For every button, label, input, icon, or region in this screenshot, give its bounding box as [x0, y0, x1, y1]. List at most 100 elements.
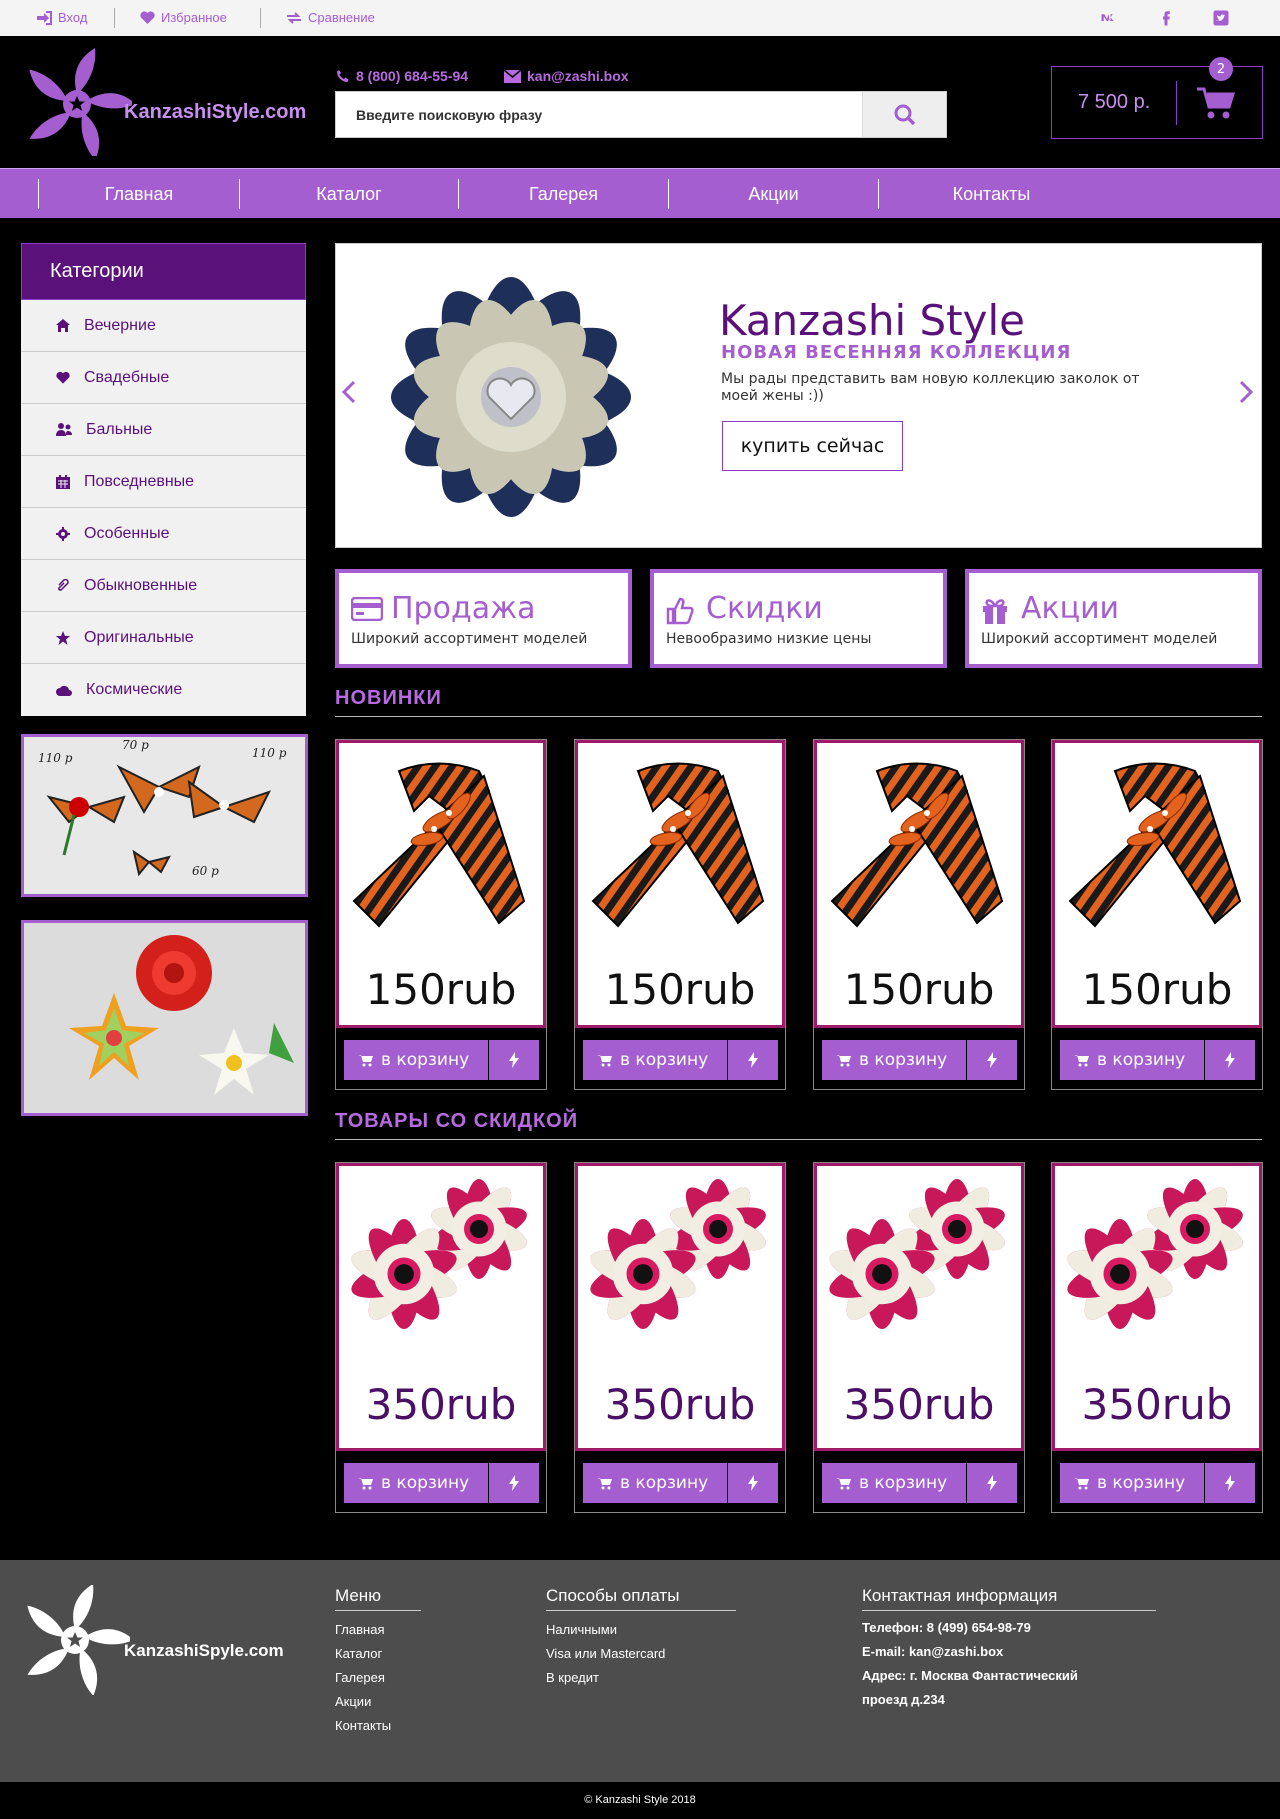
- promo-title: Акции: [1021, 591, 1120, 626]
- product-image[interactable]: 150rub: [575, 740, 785, 1028]
- product-card[interactable]: 150rub в корзину: [813, 739, 1025, 1090]
- quick-buy-button[interactable]: [1205, 1040, 1255, 1080]
- product-image[interactable]: 150rub: [336, 740, 546, 1028]
- heart-icon: [56, 371, 70, 384]
- quick-buy-button[interactable]: [489, 1040, 539, 1080]
- sidebar-promo-image-2[interactable]: [21, 920, 308, 1116]
- divider: [260, 8, 261, 28]
- footer-link-promotions[interactable]: Акции: [335, 1694, 371, 1709]
- flower-logo-icon: [29, 48, 136, 160]
- nav-item-contacts[interactable]: Контакты: [879, 169, 1104, 219]
- footer-menu-title: Меню: [335, 1586, 381, 1605]
- add-to-cart-button[interactable]: в корзину: [822, 1463, 966, 1503]
- shopping-cart-icon: [597, 1054, 612, 1066]
- compare-link[interactable]: Сравнение: [286, 10, 375, 25]
- category-item-ball[interactable]: Бальные: [21, 404, 306, 456]
- category-item-wedding[interactable]: Свадебные: [21, 352, 306, 404]
- buy-now-button[interactable]: купить сейчас: [722, 421, 903, 471]
- footer-link-gallery[interactable]: Галерея: [335, 1670, 385, 1685]
- add-to-cart-button[interactable]: в корзину: [1060, 1463, 1204, 1503]
- product-image[interactable]: 350rub: [336, 1163, 546, 1451]
- add-to-cart-button[interactable]: в корзину: [344, 1040, 488, 1080]
- category-item-special[interactable]: Особенные: [21, 508, 306, 560]
- add-to-cart-button[interactable]: в корзину: [1060, 1040, 1204, 1080]
- quick-buy-button[interactable]: [728, 1040, 778, 1080]
- product-price: 350rub: [1081, 1380, 1233, 1429]
- footer-link-catalog[interactable]: Каталог: [335, 1646, 382, 1661]
- header-phone[interactable]: 8 (800) 684-55-94: [336, 68, 468, 84]
- exchange-icon: [287, 11, 301, 24]
- search-button[interactable]: [862, 92, 946, 137]
- category-item-everyday[interactable]: Повседневные: [21, 456, 306, 508]
- category-item-evening[interactable]: Вечерние: [21, 300, 306, 352]
- category-item-ordinary[interactable]: Обыкновенные: [21, 560, 306, 612]
- twitter-icon[interactable]: [1212, 9, 1230, 27]
- shopping-cart-icon: [1074, 1054, 1089, 1066]
- promo-discounts[interactable]: Скидки Невообразимо низкие цены: [650, 569, 947, 668]
- price-label: 110 р: [252, 746, 287, 760]
- promo-title: Продажа: [391, 591, 536, 626]
- product-image[interactable]: 350rub: [575, 1163, 785, 1451]
- promo-sale[interactable]: Продажа Широкий ассортимент моделей: [335, 569, 632, 668]
- slider-prev-arrow[interactable]: [340, 380, 356, 404]
- footer-logo[interactable]: KanzashiSpyle.com: [20, 1584, 290, 1696]
- promo-actions[interactable]: Акции Широкий ассортимент моделей: [965, 569, 1262, 668]
- categories-title: Категории: [21, 243, 306, 300]
- promo-title: Скидки: [706, 591, 823, 626]
- quick-buy-button[interactable]: [1205, 1463, 1255, 1503]
- add-to-cart-label: в корзину: [859, 1473, 948, 1493]
- product-card[interactable]: 350rub в корзину: [1051, 1162, 1263, 1513]
- category-item-original[interactable]: Оригинальные: [21, 612, 306, 664]
- nav-item-home[interactable]: Главная: [39, 169, 239, 219]
- add-to-cart-button[interactable]: в корзину: [344, 1463, 488, 1503]
- facebook-icon[interactable]: [1157, 9, 1175, 27]
- top-bar: Вход Избранное Сравнение: [0, 0, 1280, 36]
- product-image[interactable]: 150rub: [814, 740, 1024, 1028]
- add-to-cart-label: в корзину: [859, 1050, 948, 1070]
- cart-widget[interactable]: 7 500 р. 2: [1051, 57, 1263, 139]
- nav-item-catalog[interactable]: Каталог: [240, 169, 458, 219]
- product-image[interactable]: 350rub: [814, 1163, 1024, 1451]
- header-email[interactable]: kan@zashi.box: [504, 68, 629, 84]
- category-item-cosmic[interactable]: Космические: [21, 664, 306, 716]
- quick-buy-button[interactable]: [967, 1463, 1017, 1503]
- flower-logo-icon: [27, 1584, 134, 1696]
- footer: KanzashiSpyle.com Меню Главная Каталог Г…: [0, 1560, 1280, 1782]
- slider-next-arrow[interactable]: [1239, 380, 1255, 404]
- quick-buy-button[interactable]: [967, 1040, 1017, 1080]
- envelope-icon: [504, 69, 521, 83]
- footer-link-contacts[interactable]: Контакты: [335, 1718, 391, 1733]
- star-icon: [56, 630, 70, 645]
- search-icon: [894, 104, 915, 125]
- product-image[interactable]: 350rub: [1052, 1163, 1262, 1451]
- product-image[interactable]: 150rub: [1052, 740, 1262, 1028]
- vk-icon[interactable]: [1100, 9, 1118, 27]
- product-card[interactable]: 350rub в корзину: [574, 1162, 786, 1513]
- add-to-cart-button[interactable]: в корзину: [583, 1463, 727, 1503]
- product-card[interactable]: 150rub в корзину: [1051, 739, 1263, 1090]
- cart-count-badge: 2: [1209, 57, 1233, 81]
- section-divider: [335, 1139, 1262, 1140]
- site-logo[interactable]: KanzashiStyle.com: [22, 46, 312, 160]
- search-input[interactable]: [336, 92, 866, 137]
- login-link[interactable]: Вход: [36, 10, 87, 25]
- sidebar-promo-image-1[interactable]: 110 р 70 р 110 р 60 р: [21, 734, 308, 897]
- product-card[interactable]: 350rub в корзину: [813, 1162, 1025, 1513]
- footer-link-home[interactable]: Главная: [335, 1622, 384, 1637]
- add-to-cart-button[interactable]: в корзину: [583, 1040, 727, 1080]
- add-to-cart-label: в корзину: [1097, 1050, 1186, 1070]
- quick-buy-button[interactable]: [728, 1463, 778, 1503]
- nav-item-gallery[interactable]: Галерея: [459, 169, 668, 219]
- product-card[interactable]: 350rub в корзину: [335, 1162, 547, 1513]
- bolt-icon: [987, 1475, 997, 1491]
- product-card[interactable]: 150rub в корзину: [335, 739, 547, 1090]
- add-to-cart-button[interactable]: в корзину: [822, 1040, 966, 1080]
- shopping-cart-icon: [358, 1054, 373, 1066]
- quick-buy-button[interactable]: [489, 1463, 539, 1503]
- footer-contact-title: Контактная информация: [862, 1586, 1058, 1605]
- favorites-link[interactable]: Избранное: [140, 10, 227, 25]
- product-card[interactable]: 150rub в корзину: [574, 739, 786, 1090]
- nav-item-promotions[interactable]: Акции: [669, 169, 878, 219]
- ribbon-product-image: [352, 762, 526, 928]
- slider-subtitle: НОВАЯ ВЕСЕННЯЯ КОЛЛЕКЦИЯ: [721, 342, 1072, 363]
